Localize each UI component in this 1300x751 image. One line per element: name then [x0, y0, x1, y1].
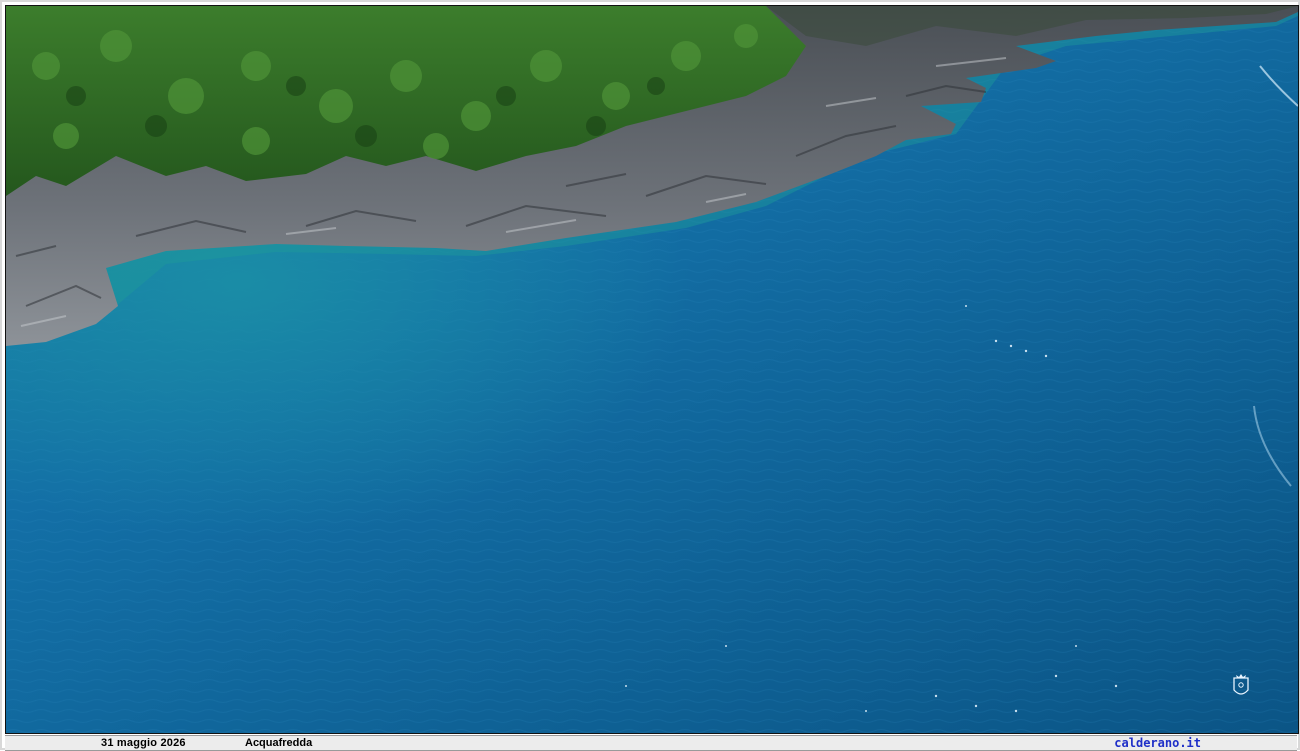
- photo-canvas: [6, 6, 1298, 733]
- site-link[interactable]: calderano.it: [1114, 736, 1201, 750]
- seal-icon: [1233, 674, 1249, 695]
- aerial-photo: [5, 5, 1299, 734]
- photo-date: 31 maggio 2026: [101, 737, 186, 749]
- caption-bar: 31 maggio 2026 Acquafredda calderano.it: [5, 735, 1297, 751]
- image-frame: 31 maggio 2026 Acquafredda calderano.it: [0, 0, 1300, 751]
- photo-location: Acquafredda: [245, 737, 313, 749]
